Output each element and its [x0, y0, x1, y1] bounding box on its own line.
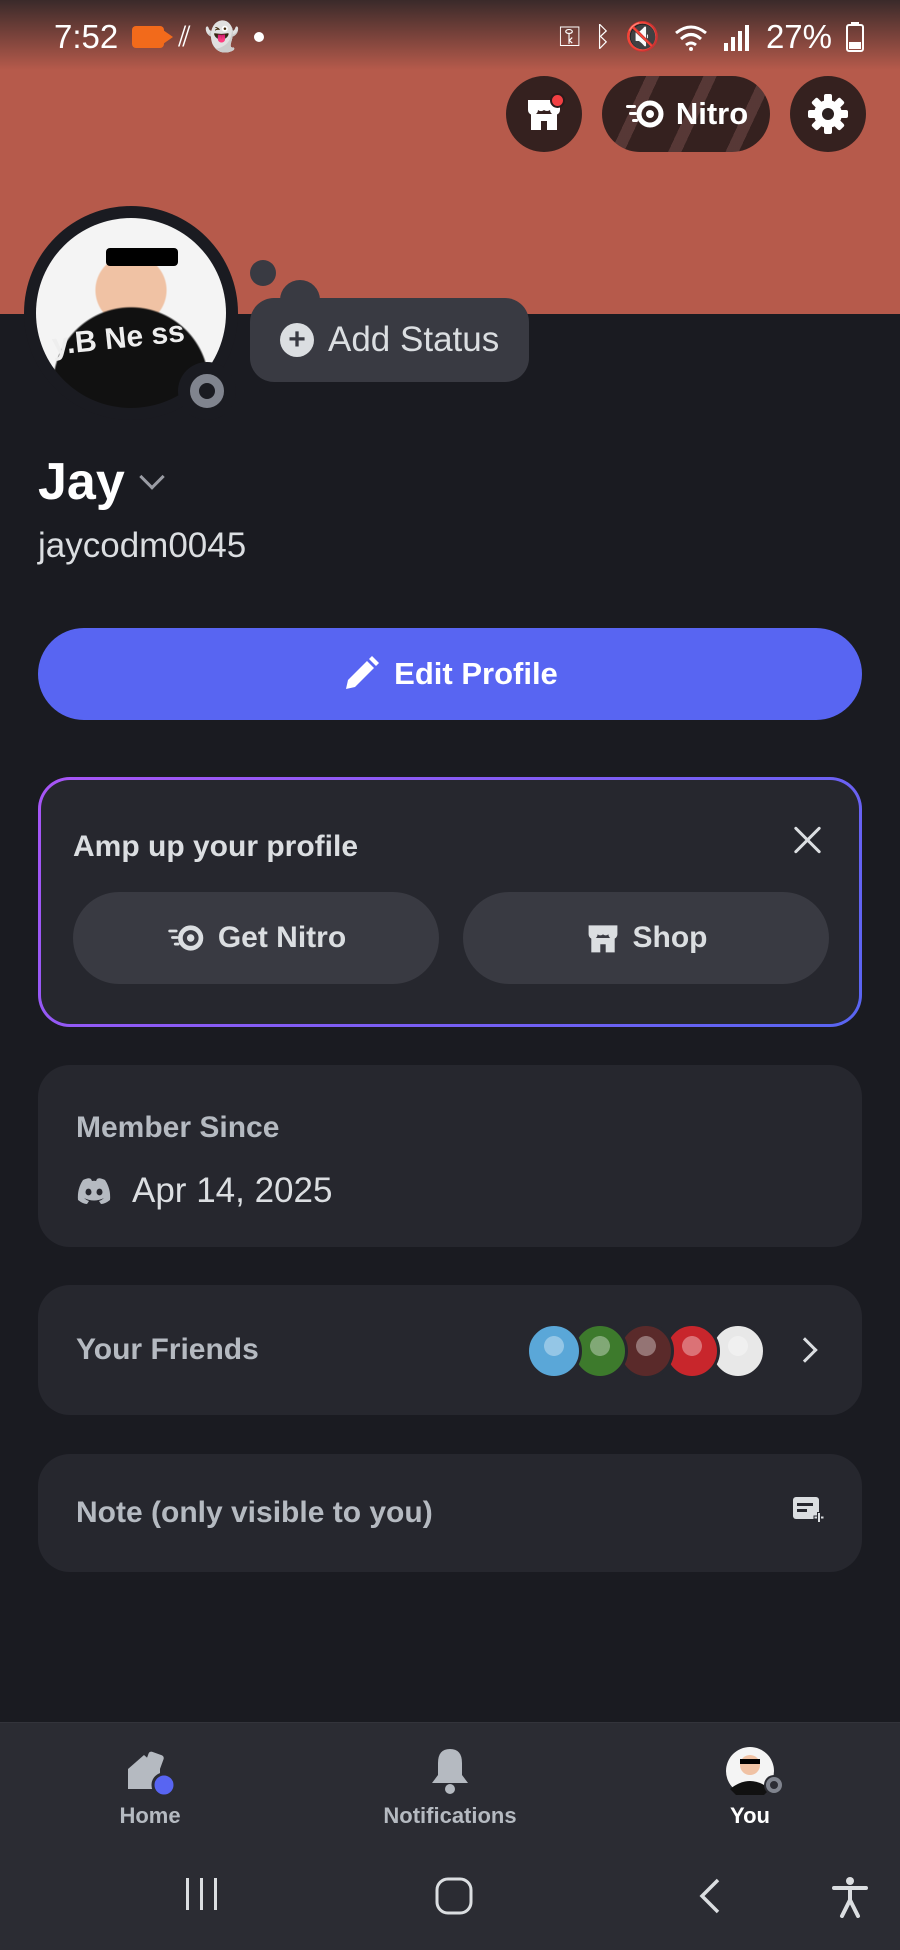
status-bar: 7:52 ⫽ 👻 ⚿ ᛒ 🔇 27% [0, 0, 900, 74]
battery-icon [846, 22, 864, 52]
get-nitro-label: Get Nitro [217, 921, 347, 954]
pencil-icon [346, 656, 380, 689]
member-since-row: Apr 14, 2025 [76, 1171, 332, 1211]
header-actions: Nitro [506, 76, 866, 152]
friend-avatar-stack [526, 1323, 766, 1379]
amp-up-card: Amp up your profile Get Nitro Shop [38, 777, 862, 1027]
discord-icon [77, 1178, 111, 1204]
bottom-navigation: Home Notifications You [0, 1722, 900, 1842]
note-card[interactable]: Note (only visible to you) [38, 1454, 862, 1572]
edit-profile-button[interactable]: Edit Profile [38, 628, 862, 720]
shop-label: Shop [632, 921, 708, 954]
presence-indicator [178, 362, 236, 420]
note-placeholder: Note (only visible to you) [76, 1496, 433, 1529]
nitro-label: Nitro [675, 96, 749, 131]
shop-icon [588, 925, 617, 953]
video-recording-icon [132, 26, 174, 48]
home-icon [124, 1745, 177, 1798]
nav-home[interactable]: Home [50, 1745, 250, 1829]
nav-you[interactable]: You [650, 1745, 850, 1829]
amp-up-title: Amp up your profile [73, 830, 358, 863]
nav-notifications-label: Notifications [383, 1803, 517, 1828]
bluetooth-icon: ᛒ [594, 21, 612, 52]
gear-icon [808, 94, 848, 134]
settings-button[interactable] [790, 76, 866, 152]
member-since-date: Apr 14, 2025 [132, 1171, 333, 1210]
username: jaycodm0045 [38, 526, 247, 565]
nav-home-label: Home [119, 1803, 181, 1828]
status-bubble-dot-small [250, 260, 276, 286]
your-friends-card[interactable]: Your Friends [38, 1285, 862, 1415]
avatar-shirt-text: y.B Ne ss [50, 315, 187, 362]
key-icon: ⚿ [558, 21, 581, 52]
shop-card-button[interactable]: Shop [463, 892, 829, 984]
add-note-icon [793, 1497, 825, 1523]
signal-icon [723, 25, 749, 51]
battery-percent: 27% [765, 18, 832, 55]
status-time: 7:52 [54, 18, 119, 55]
notification-dot-icon [253, 32, 264, 42]
get-nitro-button[interactable]: Get Nitro [73, 892, 439, 984]
nitro-icon [168, 925, 204, 951]
add-status-button[interactable]: + Add Status [250, 298, 530, 382]
home-system-icon[interactable] [434, 1876, 474, 1916]
recent-apps-icon[interactable] [182, 1876, 222, 1912]
member-since-label: Member Since [76, 1111, 280, 1144]
snapchat-icon: 👻 [204, 21, 240, 52]
system-navigation-bar [0, 1842, 900, 1950]
wifi-calling-icon: ⫽ [178, 21, 191, 52]
accessibility-icon[interactable] [830, 1876, 870, 1918]
chevron-down-icon [139, 464, 165, 490]
chevron-right-icon [792, 1337, 818, 1363]
you-avatar [724, 1745, 784, 1797]
edit-profile-label: Edit Profile [394, 656, 558, 691]
nitro-icon [625, 100, 664, 128]
plus-circle-icon: + [280, 323, 314, 357]
avatar-glasses [106, 248, 178, 266]
friend-avatar [526, 1323, 582, 1379]
mute-icon: 🔇 [625, 21, 660, 52]
nav-notifications[interactable]: Notifications [350, 1745, 550, 1829]
nitro-button[interactable]: Nitro [602, 76, 770, 152]
wifi-icon [675, 25, 707, 51]
member-since-card: Member Since Apr 14, 2025 [38, 1065, 862, 1247]
add-status-label: Add Status [328, 320, 500, 359]
display-name-row[interactable]: Jay [38, 452, 165, 512]
back-icon[interactable] [694, 1876, 724, 1916]
notification-badge [550, 93, 565, 108]
your-friends-label: Your Friends [76, 1333, 259, 1366]
close-icon[interactable] [787, 820, 827, 860]
bell-icon [424, 1745, 476, 1797]
shop-button[interactable] [506, 76, 582, 152]
display-name: Jay [38, 453, 125, 511]
nav-you-label: You [730, 1803, 770, 1828]
